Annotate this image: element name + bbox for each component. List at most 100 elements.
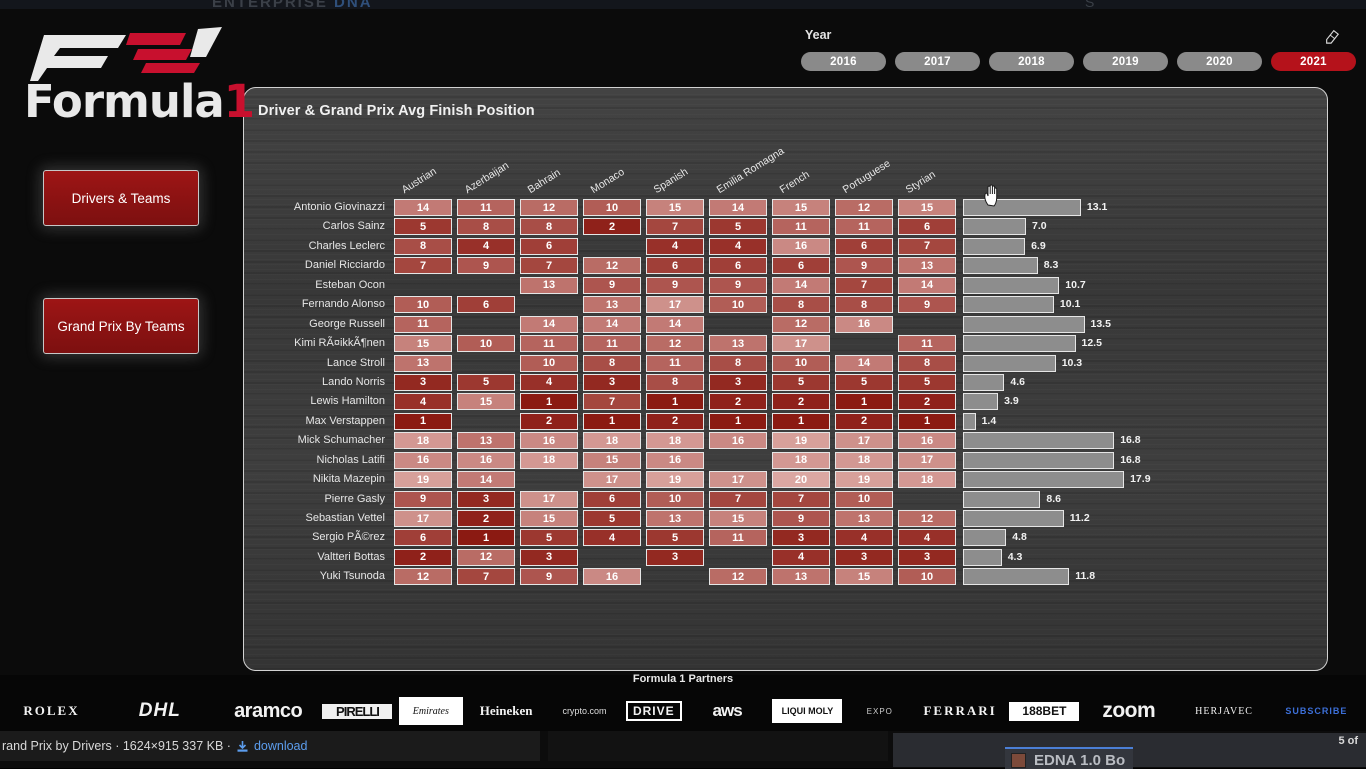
heatmap-cell[interactable]: 10 (457, 335, 515, 353)
heatmap-cell[interactable]: 8 (583, 354, 641, 372)
heatmap-cell[interactable]: 16 (583, 568, 641, 586)
heatmap-cell[interactable]: 13 (709, 335, 767, 353)
heatmap-cell[interactable]: 6 (898, 218, 956, 236)
heatmap-cell[interactable]: 3 (898, 548, 956, 566)
heatmap-cell[interactable]: 5 (583, 510, 641, 527)
heatmap-cell[interactable]: 10 (520, 354, 578, 372)
heatmap-cell[interactable]: 3 (646, 548, 704, 566)
avg-finish-bar[interactable] (963, 412, 976, 430)
eraser-icon[interactable] (1323, 28, 1341, 44)
heatmap-cell[interactable]: 2 (835, 412, 893, 430)
heatmap-cell[interactable]: 6 (646, 257, 704, 275)
column-header-bahrain[interactable]: Bahrain (526, 167, 563, 196)
heatmap-cell[interactable]: 10 (583, 199, 641, 216)
heatmap-cell[interactable]: 19 (394, 471, 452, 489)
heatmap-cell[interactable]: 7 (583, 393, 641, 411)
heatmap-cell[interactable]: 8 (520, 218, 578, 236)
avg-finish-bar[interactable] (963, 257, 1038, 275)
year-option-2017[interactable]: 2017 (895, 52, 980, 71)
heatmap-cell[interactable]: 9 (772, 510, 830, 527)
heatmap-cell[interactable]: 17 (772, 335, 830, 353)
heatmap-cell[interactable]: 2 (709, 393, 767, 411)
sidebar-item-grand-prix-by-teams[interactable]: Grand Prix By Teams (43, 298, 199, 354)
heatmap-cell[interactable]: 17 (835, 432, 893, 450)
year-option-2019[interactable]: 2019 (1083, 52, 1168, 71)
heatmap-cell[interactable]: 13 (646, 510, 704, 527)
heatmap-cell[interactable]: 3 (583, 373, 641, 391)
heatmap-cell[interactable]: 1 (457, 529, 515, 547)
heatmap-cell[interactable]: 5 (394, 218, 452, 236)
heatmap-cell[interactable]: 2 (646, 412, 704, 430)
heatmap-cell[interactable]: 18 (583, 432, 641, 450)
avg-finish-bar[interactable] (963, 510, 1064, 527)
heatmap-cell[interactable]: 4 (709, 237, 767, 255)
avg-finish-bar[interactable] (963, 218, 1026, 236)
heatmap-cell[interactable]: 11 (898, 335, 956, 353)
heatmap-cell[interactable]: 10 (772, 354, 830, 372)
column-header-french[interactable]: French (778, 169, 812, 196)
heatmap-cell[interactable]: 13 (583, 296, 641, 314)
heatmap-cell[interactable]: 6 (835, 237, 893, 255)
heatmap-cell[interactable]: 5 (898, 373, 956, 391)
heatmap-cell[interactable]: 16 (394, 451, 452, 469)
heatmap-cell[interactable]: 15 (835, 568, 893, 586)
heatmap-cell[interactable]: 12 (709, 568, 767, 586)
heatmap-cell[interactable]: 18 (898, 471, 956, 489)
heatmap-cell[interactable]: 3 (835, 548, 893, 566)
heatmap-cell[interactable]: 14 (583, 315, 641, 333)
heatmap-cell[interactable]: 9 (709, 276, 767, 294)
heatmap-cell[interactable]: 17 (709, 471, 767, 489)
heatmap-cell[interactable]: 3 (394, 373, 452, 391)
sidebar-item-drivers-teams[interactable]: Drivers & Teams (43, 170, 199, 226)
heatmap-cell[interactable]: 18 (646, 432, 704, 450)
avg-finish-bar[interactable] (963, 237, 1026, 255)
heatmap-cell[interactable]: 15 (457, 393, 515, 411)
heatmap-cell[interactable]: 10 (709, 296, 767, 314)
heatmap-cell[interactable]: 4 (583, 529, 641, 547)
heatmap-cell[interactable]: 1 (394, 412, 452, 430)
avg-finish-bar[interactable] (963, 548, 1002, 566)
heatmap-cell[interactable]: 16 (709, 432, 767, 450)
heatmap-cell[interactable]: 8 (394, 237, 452, 255)
heatmap-cell[interactable]: 3 (457, 490, 515, 508)
heatmap-cell[interactable]: 1 (520, 393, 578, 411)
heatmap-cell[interactable]: 6 (709, 257, 767, 275)
heatmap-cell[interactable]: 11 (394, 315, 452, 333)
heatmap-cell[interactable]: 5 (646, 529, 704, 547)
heatmap-cell[interactable]: 11 (772, 218, 830, 236)
heatmap-cell[interactable]: 16 (772, 237, 830, 255)
column-header-emilia-romagna[interactable]: Emilia Romagna (715, 145, 787, 196)
heatmap-cell[interactable]: 1 (709, 412, 767, 430)
year-option-2020[interactable]: 2020 (1177, 52, 1262, 71)
heatmap-cell[interactable]: 6 (394, 529, 452, 547)
heatmap-cell[interactable]: 8 (457, 218, 515, 236)
heatmap-cell[interactable]: 14 (646, 315, 704, 333)
heatmap-cell[interactable]: 1 (835, 393, 893, 411)
heatmap-cell[interactable]: 1 (772, 412, 830, 430)
heatmap-cell[interactable]: 7 (457, 568, 515, 586)
taskbar-app-item[interactable]: EDNA 1.0 Bo (1005, 747, 1134, 769)
column-header-austrian[interactable]: Austrian (400, 165, 439, 196)
heatmap-cell[interactable]: 2 (520, 412, 578, 430)
avg-finish-bar[interactable] (963, 315, 1085, 333)
avg-finish-bar[interactable] (963, 335, 1076, 353)
heatmap-cell[interactable]: 4 (394, 393, 452, 411)
heatmap-cell[interactable]: 12 (646, 335, 704, 353)
avg-finish-bar[interactable] (963, 432, 1115, 450)
heatmap-cell[interactable]: 8 (709, 354, 767, 372)
heatmap-cell[interactable]: 11 (835, 218, 893, 236)
heatmap-cell[interactable]: 11 (520, 335, 578, 353)
heatmap-cell[interactable]: 12 (583, 257, 641, 275)
heatmap-cell[interactable]: 7 (835, 276, 893, 294)
heatmap-cell[interactable]: 13 (835, 510, 893, 527)
heatmap-cell[interactable]: 2 (583, 218, 641, 236)
heatmap-cell[interactable]: 14 (898, 276, 956, 294)
heatmap-cell[interactable]: 17 (646, 296, 704, 314)
heatmap-cell[interactable]: 12 (898, 510, 956, 527)
year-option-2021[interactable]: 2021 (1271, 52, 1356, 71)
heatmap-cell[interactable]: 4 (835, 529, 893, 547)
heatmap-cell[interactable]: 9 (898, 296, 956, 314)
heatmap-cell[interactable]: 13 (394, 354, 452, 372)
heatmap-cell[interactable]: 14 (835, 354, 893, 372)
download-icon[interactable] (236, 740, 249, 753)
